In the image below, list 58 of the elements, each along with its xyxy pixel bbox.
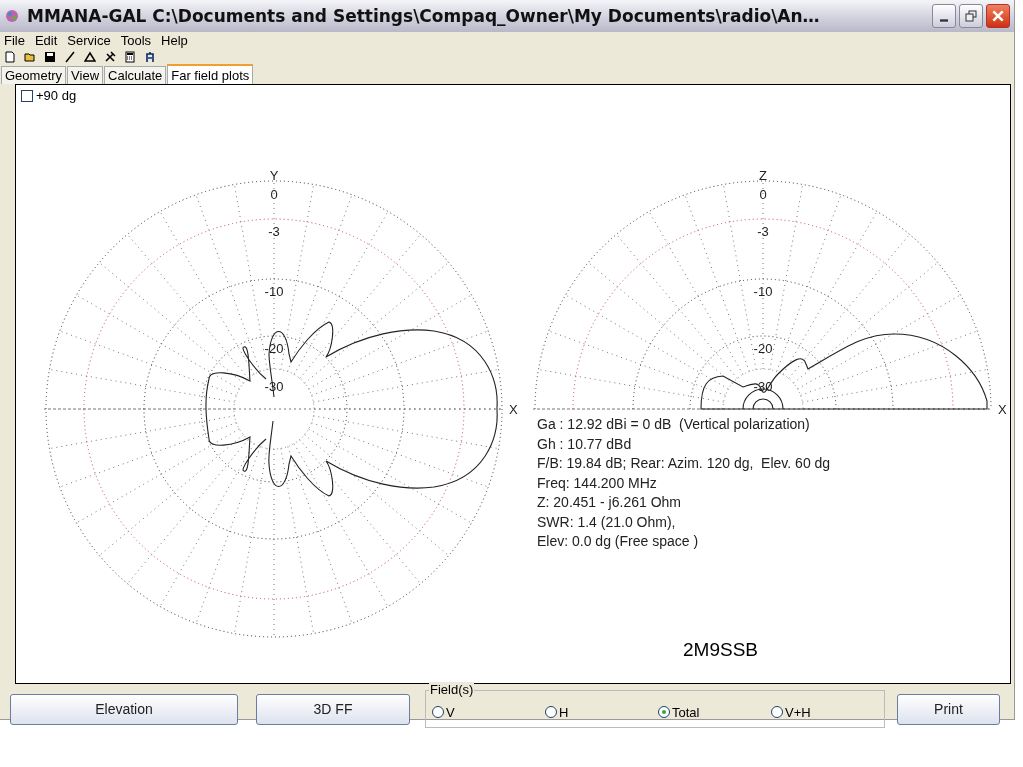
close-button[interactable] xyxy=(986,4,1010,28)
info-text: Elev: 0.0 dg (Free space ) xyxy=(537,532,700,551)
print-button[interactable]: Print xyxy=(897,693,1000,725)
window-title: MMANA-GAL C:\Documents and Settings\Compaq_Owner\My Documents\radio\An… xyxy=(27,6,821,26)
ring-label: 0 xyxy=(759,187,767,202)
axis-label: X xyxy=(509,402,518,417)
radio-button[interactable] xyxy=(658,706,670,718)
new-file-icon[interactable] xyxy=(4,51,16,63)
3d-ff-button[interactable]: 3D FF xyxy=(256,693,410,725)
minimize-icon xyxy=(940,18,948,22)
radio-label: Total xyxy=(672,704,700,720)
axis-label: Y xyxy=(269,168,279,183)
menu-item[interactable]: Edit xyxy=(34,33,58,48)
menu-item[interactable]: Tools xyxy=(120,33,152,48)
ring-label: -3 xyxy=(757,224,769,239)
ring-label: -10 xyxy=(753,284,773,299)
info-text: Ga : 12.92 dBi = 0 dB (Vertical polarization) xyxy=(537,415,811,434)
line-icon[interactable] xyxy=(64,51,76,63)
info-text: SWR: 1.4 (21.0 Ohm), xyxy=(537,512,677,532)
info-text: Gh : 10.77 dBd xyxy=(537,434,633,454)
ring-label: -10 xyxy=(264,284,284,299)
checkbox[interactable] xyxy=(21,89,33,102)
ring-label: -20 xyxy=(753,341,773,356)
open-folder-icon[interactable] xyxy=(24,51,36,63)
tab[interactable]: View xyxy=(67,66,104,84)
tab[interactable]: Geometry xyxy=(1,66,67,84)
menu-item[interactable]: Service xyxy=(67,33,111,48)
radio-label: H xyxy=(559,704,569,720)
radio-label: V+H xyxy=(785,704,811,720)
axis-label: Z xyxy=(759,168,767,183)
restore-icon xyxy=(965,10,977,22)
info-text: F/B: 19.84 dB; Rear: Azim. 120 dg, Elev. 60 dg xyxy=(537,454,831,473)
ring-label: -3 xyxy=(268,224,280,239)
radio-button[interactable] xyxy=(771,706,783,718)
close-icon xyxy=(991,9,1005,23)
checkbox-label: +90 dg xyxy=(36,88,77,103)
restore-button[interactable] xyxy=(959,4,983,28)
antenna-icon[interactable] xyxy=(144,51,156,63)
tab[interactable]: Far field plots xyxy=(167,64,254,84)
radio-button[interactable] xyxy=(432,706,444,718)
radio-label: V xyxy=(446,704,455,720)
tab[interactable]: Calculate xyxy=(104,66,167,84)
info-text: Freq: 144.200 MHz xyxy=(537,473,658,493)
menu-item[interactable]: Help xyxy=(161,33,188,48)
elevation-button[interactable]: Elevation xyxy=(10,693,238,725)
ring-label: 0 xyxy=(270,187,278,202)
group-legend: Field(s) xyxy=(429,682,475,697)
triangle-icon[interactable] xyxy=(84,51,96,63)
tools-icon[interactable] xyxy=(104,51,116,63)
antenna-name: 2M9SSB xyxy=(683,639,758,661)
minimize-button[interactable] xyxy=(932,4,956,28)
app-icon xyxy=(4,8,20,24)
menu-item[interactable]: File xyxy=(4,33,25,48)
calculator-icon[interactable] xyxy=(124,51,136,63)
axis-label: X xyxy=(998,402,1007,417)
save-icon[interactable] xyxy=(44,51,56,63)
radio-button[interactable] xyxy=(545,706,557,718)
info-text: Z: 20.451 - j6.261 Ohm xyxy=(537,493,682,512)
